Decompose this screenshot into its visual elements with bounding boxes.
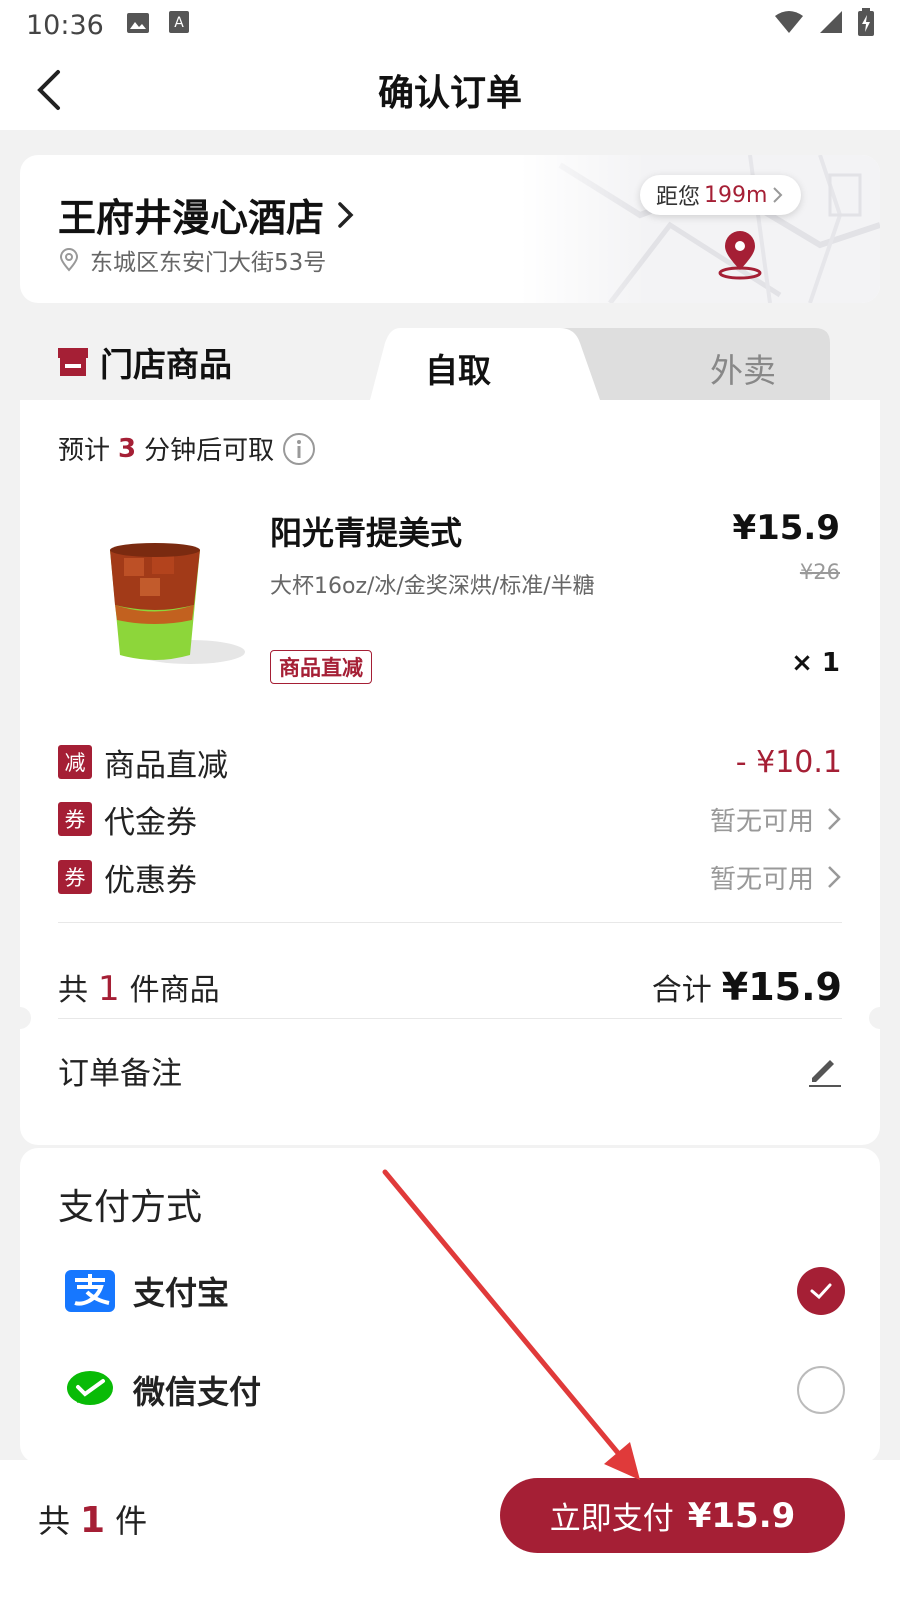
total-label: 合计 xyxy=(651,973,712,1008)
signal-icon xyxy=(818,10,844,41)
voucher-status: 暂无可用 xyxy=(710,801,842,838)
location-pin-icon xyxy=(59,248,79,272)
divider xyxy=(58,1018,842,1019)
pay-now-button[interactable]: 立即支付 ¥15.9 xyxy=(500,1478,845,1553)
coupon-row[interactable]: 券 优惠券 暂无可用 xyxy=(58,853,842,901)
eta-prefix: 预计 xyxy=(58,436,111,466)
status-time: 10:36 xyxy=(26,9,104,41)
wechat-pay-icon xyxy=(67,1371,113,1405)
order-card: 预计 3 分钟后可取 阳光青提美式 大杯16oz/冰/金奖深烘/标准/半糖 商品… xyxy=(9,400,891,1145)
svg-text:A: A xyxy=(174,15,184,31)
pay-now-amount: ¥15.9 xyxy=(687,1495,796,1536)
divider xyxy=(58,922,842,923)
product-price: ¥15.9 xyxy=(732,508,840,548)
order-total-row: 共 1 件商品 合计 ¥15.9 xyxy=(58,962,842,1012)
payment-method-alipay[interactable]: 支付宝 xyxy=(65,1261,845,1321)
chevron-right-icon xyxy=(828,808,841,830)
distance-pill[interactable]: 距您 199m xyxy=(640,175,802,215)
product-original-price: ¥26 xyxy=(799,560,840,584)
item-count-value: 1 xyxy=(98,969,120,1009)
payment-method-wechat[interactable]: 微信支付 xyxy=(65,1360,845,1420)
product-discount-tag: 商品直减 xyxy=(270,650,372,684)
voucher-row[interactable]: 券 代金券 暂无可用 xyxy=(58,795,842,843)
store-card[interactable]: 王府井漫心酒店 东城区东安门大街53号 距您 199m xyxy=(20,155,880,303)
voucher-label: 代金券 xyxy=(104,804,197,841)
discount-row: 减 商品直减 - ¥10.1 xyxy=(58,738,842,786)
product-spec: 大杯16oz/冰/金奖深烘/标准/半糖 xyxy=(270,574,595,599)
order-total: 合计 ¥15.9 xyxy=(652,965,842,1009)
store-name-text: 王府井漫心酒店 xyxy=(58,196,325,240)
chevron-right-icon xyxy=(338,201,354,228)
distance-prefix: 距您 xyxy=(656,185,701,210)
coupon-value: 暂无可用 xyxy=(709,864,814,895)
total-value: ¥15.9 xyxy=(721,965,842,1009)
distance-value: 199m xyxy=(704,182,768,208)
card-notch-left xyxy=(9,1007,31,1029)
item-count: 共 1 件商品 xyxy=(58,965,220,1009)
remark-label: 订单备注 xyxy=(58,1055,182,1092)
text-notification-icon: A xyxy=(168,10,190,41)
page-title: 确认订单 xyxy=(377,73,522,114)
payment-method-name: 微信支付 xyxy=(133,1373,262,1411)
payment-card: 支付方式 支付宝 微信支付 xyxy=(20,1148,880,1463)
product-image xyxy=(110,543,245,664)
wifi-icon xyxy=(774,10,804,41)
map-marker-icon xyxy=(718,231,762,280)
battery-icon xyxy=(858,7,874,43)
eta-minutes: 3 xyxy=(118,433,137,464)
pickup-eta: 预计 3 分钟后可取 xyxy=(58,430,316,467)
image-notification-icon xyxy=(126,10,150,41)
store-name[interactable]: 王府井漫心酒店 xyxy=(58,187,356,242)
eta-suffix: 分钟后可取 xyxy=(144,436,275,466)
voucher-badge: 券 xyxy=(58,802,92,836)
voucher-value: 暂无可用 xyxy=(709,806,814,837)
card-notch-right xyxy=(869,1007,891,1029)
tab-delivery[interactable]: 外卖 xyxy=(710,344,776,392)
product-quantity: × 1 xyxy=(791,648,840,678)
tab-pickup[interactable]: 自取 xyxy=(425,344,491,392)
item-count-prefix: 共 xyxy=(58,973,88,1008)
bottom-bar: 共1件 立即支付 ¥15.9 xyxy=(0,1460,900,1600)
discount-badge: 减 xyxy=(58,745,92,779)
coupon-label: 优惠券 xyxy=(104,862,197,899)
chevron-right-icon xyxy=(828,866,841,888)
radio-unselected[interactable] xyxy=(797,1366,845,1414)
chevron-left-icon xyxy=(37,70,60,110)
product-name: 阳光青提美式 xyxy=(270,514,463,552)
bottom-count-value: 1 xyxy=(80,1500,106,1541)
storefront-icon xyxy=(58,348,88,376)
nav-header: 确认订单 xyxy=(0,50,900,130)
payment-title: 支付方式 xyxy=(58,1187,203,1228)
store-goods-text: 门店商品 xyxy=(100,345,232,384)
info-icon[interactable] xyxy=(282,432,316,466)
coupon-status: 暂无可用 xyxy=(710,859,842,896)
status-bar: 10:36 A xyxy=(0,0,900,50)
payment-method-name: 支付宝 xyxy=(133,1274,230,1312)
bottom-count-prefix: 共 xyxy=(38,1502,71,1540)
alipay-icon xyxy=(65,1270,115,1312)
pay-now-label: 立即支付 xyxy=(549,1501,674,1537)
item-count-suffix: 件商品 xyxy=(129,973,220,1008)
back-button[interactable] xyxy=(30,66,80,116)
discount-label: 商品直减 xyxy=(104,747,228,784)
bottom-count-suffix: 件 xyxy=(115,1502,148,1540)
bottom-item-count: 共1件 xyxy=(38,1496,147,1542)
discount-value: - ¥10.1 xyxy=(735,744,842,780)
status-right xyxy=(774,7,874,43)
store-address-text: 东城区东安门大街53号 xyxy=(90,250,327,276)
order-type-tabs: 门店商品 自取 外卖 xyxy=(20,328,830,400)
chevron-right-small-icon xyxy=(773,187,783,203)
coupon-badge: 券 xyxy=(58,860,92,894)
radio-selected[interactable] xyxy=(797,1267,845,1315)
store-goods-label: 门店商品 xyxy=(56,338,232,386)
order-remark-row[interactable]: 订单备注 xyxy=(58,1045,842,1095)
edit-pencil-icon[interactable] xyxy=(806,1052,842,1088)
store-address: 东城区东安门大街53号 xyxy=(58,243,326,277)
check-icon xyxy=(810,1283,832,1300)
